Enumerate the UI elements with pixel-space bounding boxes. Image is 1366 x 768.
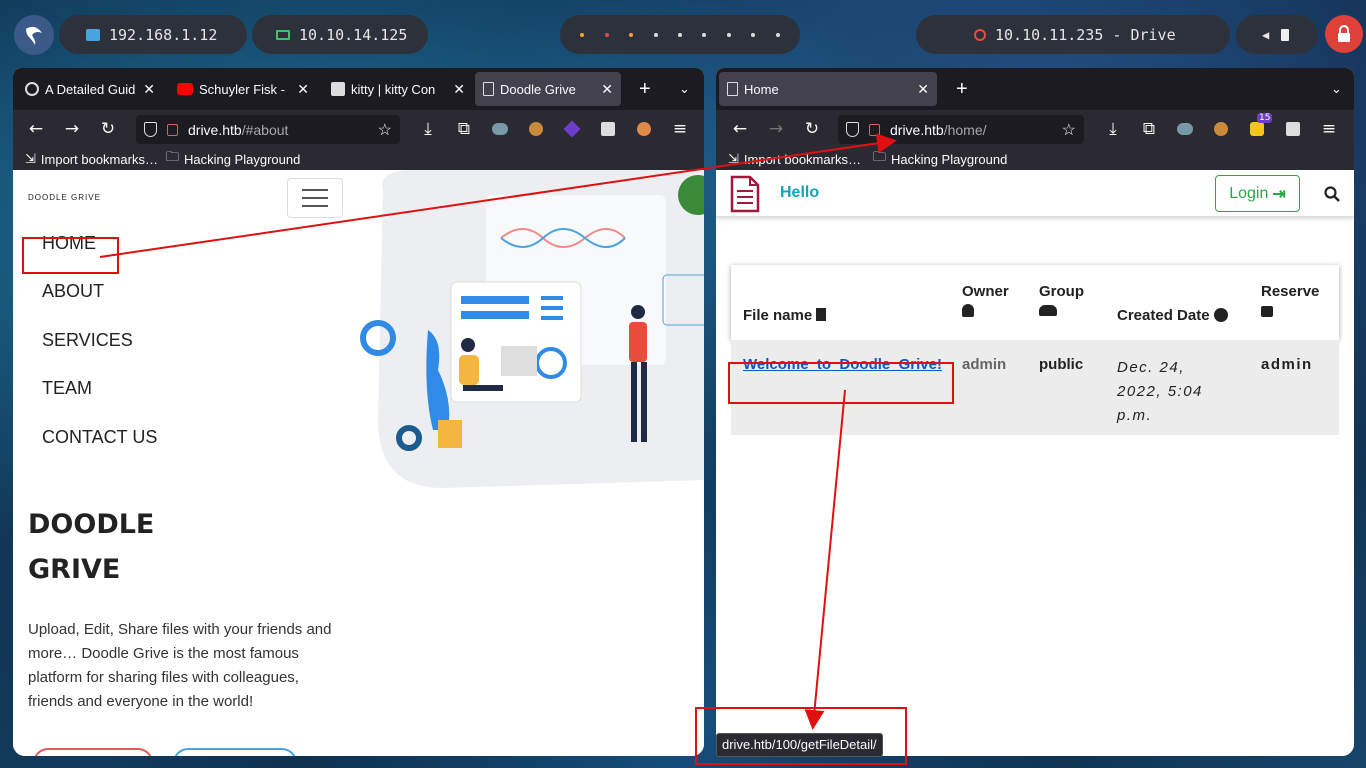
arrow-file-to-status [804,389,846,730]
arrow-home-to-url [99,133,897,258]
annotation-arrows [99,133,897,730]
